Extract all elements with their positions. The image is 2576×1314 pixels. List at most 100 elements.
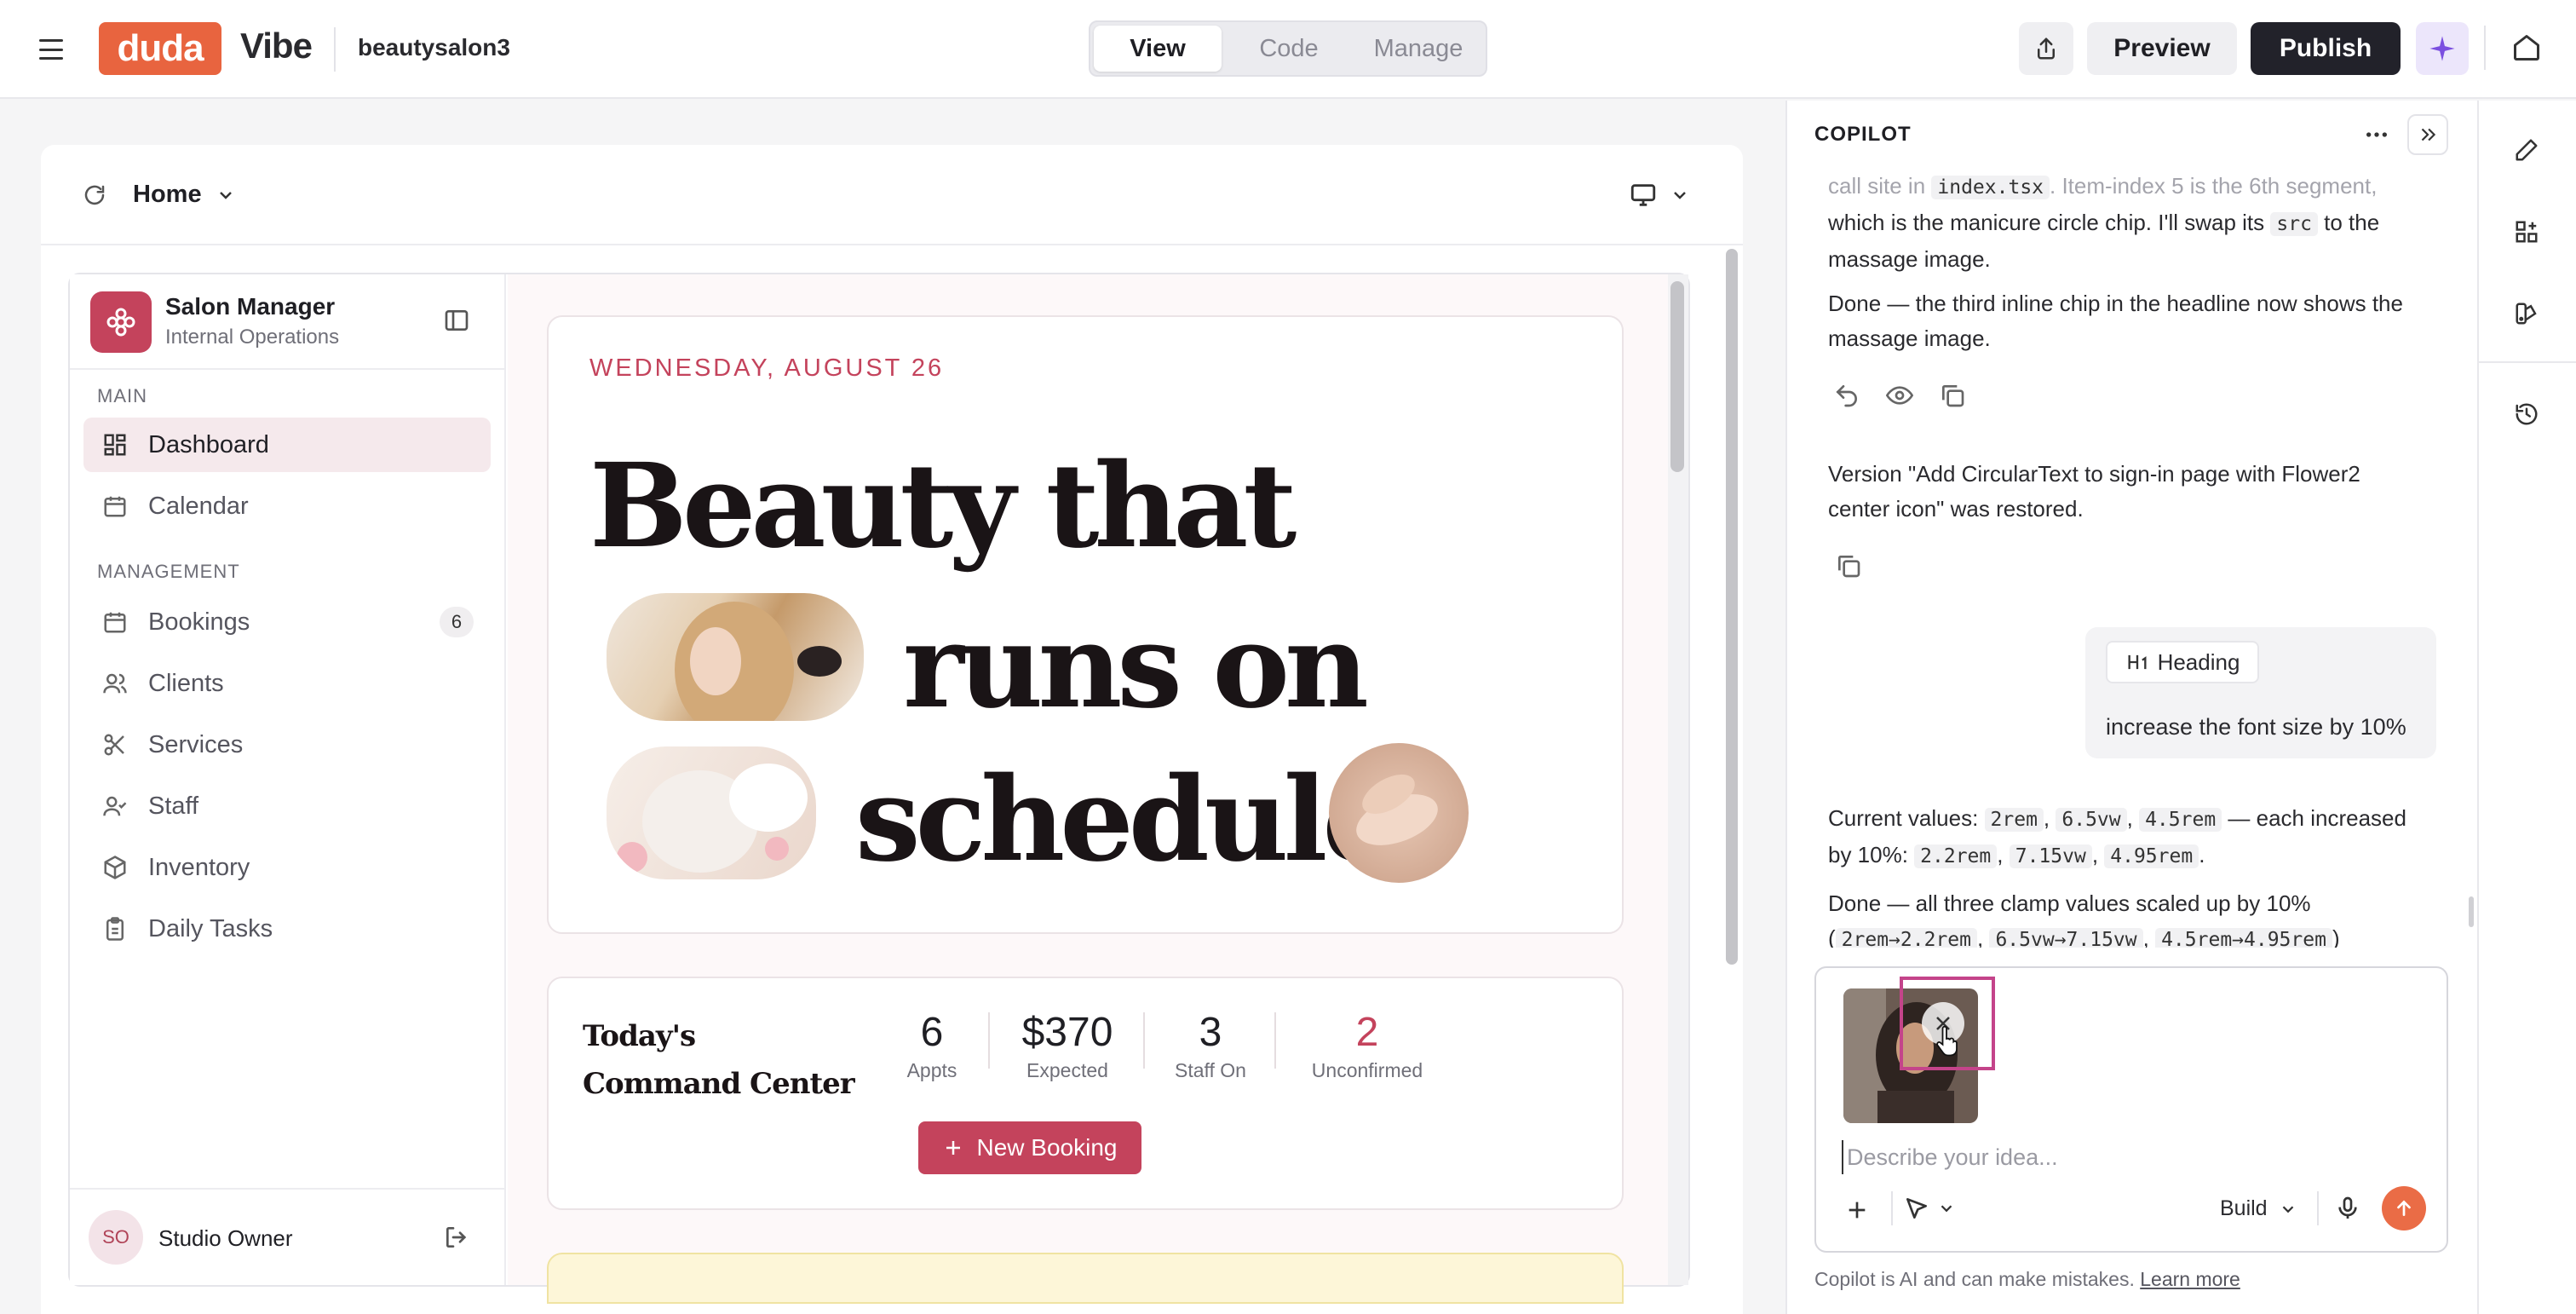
copy-icon[interactable] xyxy=(1939,382,1966,409)
sidebar-item-label: Bookings xyxy=(148,608,250,636)
sparkle-icon xyxy=(2429,36,2455,61)
prompt-input[interactable] xyxy=(1842,1140,2421,1174)
hero-date: WEDNESDAY, AUGUST 26 xyxy=(589,354,945,382)
voice-input-button[interactable] xyxy=(2334,1195,2361,1222)
preview-button[interactable]: Preview xyxy=(2087,22,2237,75)
divider xyxy=(1274,1012,1276,1069)
edit-tool-button[interactable] xyxy=(2510,133,2544,167)
count-badge: 6 xyxy=(440,607,474,637)
sidebar-item-label: Daily Tasks xyxy=(148,914,273,942)
sidebar-item-inventory[interactable]: Inventory xyxy=(83,840,491,895)
new-booking-button[interactable]: New Booking xyxy=(918,1121,1141,1174)
hero-heading-line-1[interactable]: Beauty that xyxy=(589,448,1297,564)
hero-heading-line-2[interactable]: runs on xyxy=(903,608,1369,724)
calendar-icon xyxy=(104,496,126,517)
heading-icon xyxy=(2128,654,2147,670)
sidebar-item-calendar[interactable]: Calendar xyxy=(83,479,491,533)
sidebar-item-label: Dashboard xyxy=(148,430,269,458)
publish-button[interactable]: Publish xyxy=(2251,22,2401,75)
canvas-scrollbar-thumb[interactable] xyxy=(1726,249,1738,965)
refresh-icon xyxy=(84,185,105,205)
microphone-icon xyxy=(2338,1196,2357,1219)
app-title: Salon Manager xyxy=(165,293,336,320)
share-icon xyxy=(2038,37,2055,60)
hair-image-chip[interactable] xyxy=(607,593,864,721)
assistant-message: Current values: 2rem, 6.5vw, 4.5rem — ea… xyxy=(1828,805,2406,868)
sidebar-item-daily-tasks[interactable]: Daily Tasks xyxy=(83,902,491,956)
hand-cursor-icon xyxy=(1936,1026,1958,1057)
eye-icon[interactable] xyxy=(1886,382,1913,409)
new-booking-label: New Booking xyxy=(976,1134,1118,1161)
canvas-header xyxy=(41,145,1743,245)
select-element-button[interactable] xyxy=(1903,1195,1956,1222)
chevron-down-icon xyxy=(1941,1205,1952,1213)
duda-logo[interactable]: duda xyxy=(99,22,221,75)
divider xyxy=(2317,1191,2319,1225)
sidebar-item-bookings[interactable]: Bookings 6 xyxy=(83,595,491,649)
stat-label: Staff On xyxy=(1175,1059,1246,1081)
user-check-icon xyxy=(103,796,127,816)
copy-icon xyxy=(1838,556,1860,578)
copy-button[interactable] xyxy=(1835,552,1862,579)
design-tool-button[interactable] xyxy=(2510,297,2544,331)
widgets-tool-button[interactable] xyxy=(2510,215,2544,249)
sidebar-item-services[interactable]: Services xyxy=(83,718,491,772)
assistant-message: Done — all three clamp values scaled up … xyxy=(1828,886,2441,948)
sidebar-item-label: Clients xyxy=(148,669,224,697)
chevron-down-icon xyxy=(219,192,232,200)
tab-code[interactable]: Code xyxy=(1225,26,1353,72)
logout-button[interactable] xyxy=(443,1224,470,1251)
command-center-title: Today's Command Center xyxy=(583,1019,855,1101)
sidebar-item-clients[interactable]: Clients xyxy=(83,656,491,711)
stat-staff-on: 3 Staff On xyxy=(1165,1009,1256,1082)
share-button[interactable] xyxy=(2019,22,2073,75)
collapse-sidebar-button[interactable] xyxy=(443,307,470,334)
divider xyxy=(1891,1191,1893,1225)
message-actions xyxy=(1833,382,1966,409)
hero-heading-line-3[interactable]: schedule xyxy=(855,762,1396,878)
stat-value: $370 xyxy=(1021,1010,1113,1055)
collapse-copilot-button[interactable] xyxy=(2407,114,2448,155)
logout-icon xyxy=(446,1227,467,1248)
ai-sparkle-button[interactable] xyxy=(2416,22,2469,75)
avatar[interactable]: SO xyxy=(89,1210,143,1265)
build-mode-select[interactable]: Build xyxy=(2220,1196,2297,1221)
facial-image-chip[interactable] xyxy=(607,746,816,879)
refresh-button[interactable] xyxy=(82,182,107,208)
sidebar-item-staff[interactable]: Staff xyxy=(83,779,491,833)
heading-context-chip[interactable]: Heading xyxy=(2106,641,2259,683)
divider xyxy=(70,368,506,370)
heading-chip-label: Heading xyxy=(2157,648,2240,675)
stat-unconfirmed: 2 Unconfirmed xyxy=(1297,1009,1438,1082)
send-button[interactable] xyxy=(2382,1186,2426,1230)
menu-icon[interactable] xyxy=(37,34,65,65)
site-name[interactable]: beautysalon3 xyxy=(358,34,510,61)
add-attachment-button[interactable] xyxy=(1843,1196,1871,1224)
device-selector[interactable] xyxy=(1629,181,1690,210)
page-name: Home xyxy=(133,181,202,208)
build-mode-label: Build xyxy=(2220,1196,2268,1220)
undo-icon[interactable] xyxy=(1833,382,1860,409)
grid-icon xyxy=(104,434,126,456)
home-button[interactable] xyxy=(2511,32,2542,63)
sidebar-item-label: Calendar xyxy=(148,492,249,520)
tab-manage[interactable]: Manage xyxy=(1354,26,1482,72)
copilot-scrollbar[interactable] xyxy=(2469,896,2474,927)
stat-value: 6 xyxy=(920,1010,944,1055)
page-selector[interactable]: Home xyxy=(133,181,236,209)
tab-view[interactable]: View xyxy=(1094,26,1222,72)
owner-name: Studio Owner xyxy=(158,1225,293,1251)
assistant-message: Done — the third inline chip in the head… xyxy=(1828,291,2403,351)
more-options-button[interactable] xyxy=(2363,121,2390,148)
more-horizontal-icon xyxy=(2366,132,2387,137)
apps-icon xyxy=(2516,221,2538,243)
clipboard-icon xyxy=(106,917,124,941)
massage-image-chip[interactable] xyxy=(1329,743,1469,883)
sidebar-item-dashboard[interactable]: Dashboard xyxy=(83,418,491,472)
divider xyxy=(1143,1012,1145,1069)
learn-more-link[interactable]: Learn more xyxy=(2140,1268,2240,1290)
preview-scrollbar-thumb[interactable] xyxy=(1670,281,1684,472)
history-tool-button[interactable] xyxy=(2510,397,2544,431)
pencil-icon xyxy=(2516,139,2538,161)
copilot-disclaimer: Copilot is AI and can make mistakes. Lea… xyxy=(1814,1268,2240,1290)
